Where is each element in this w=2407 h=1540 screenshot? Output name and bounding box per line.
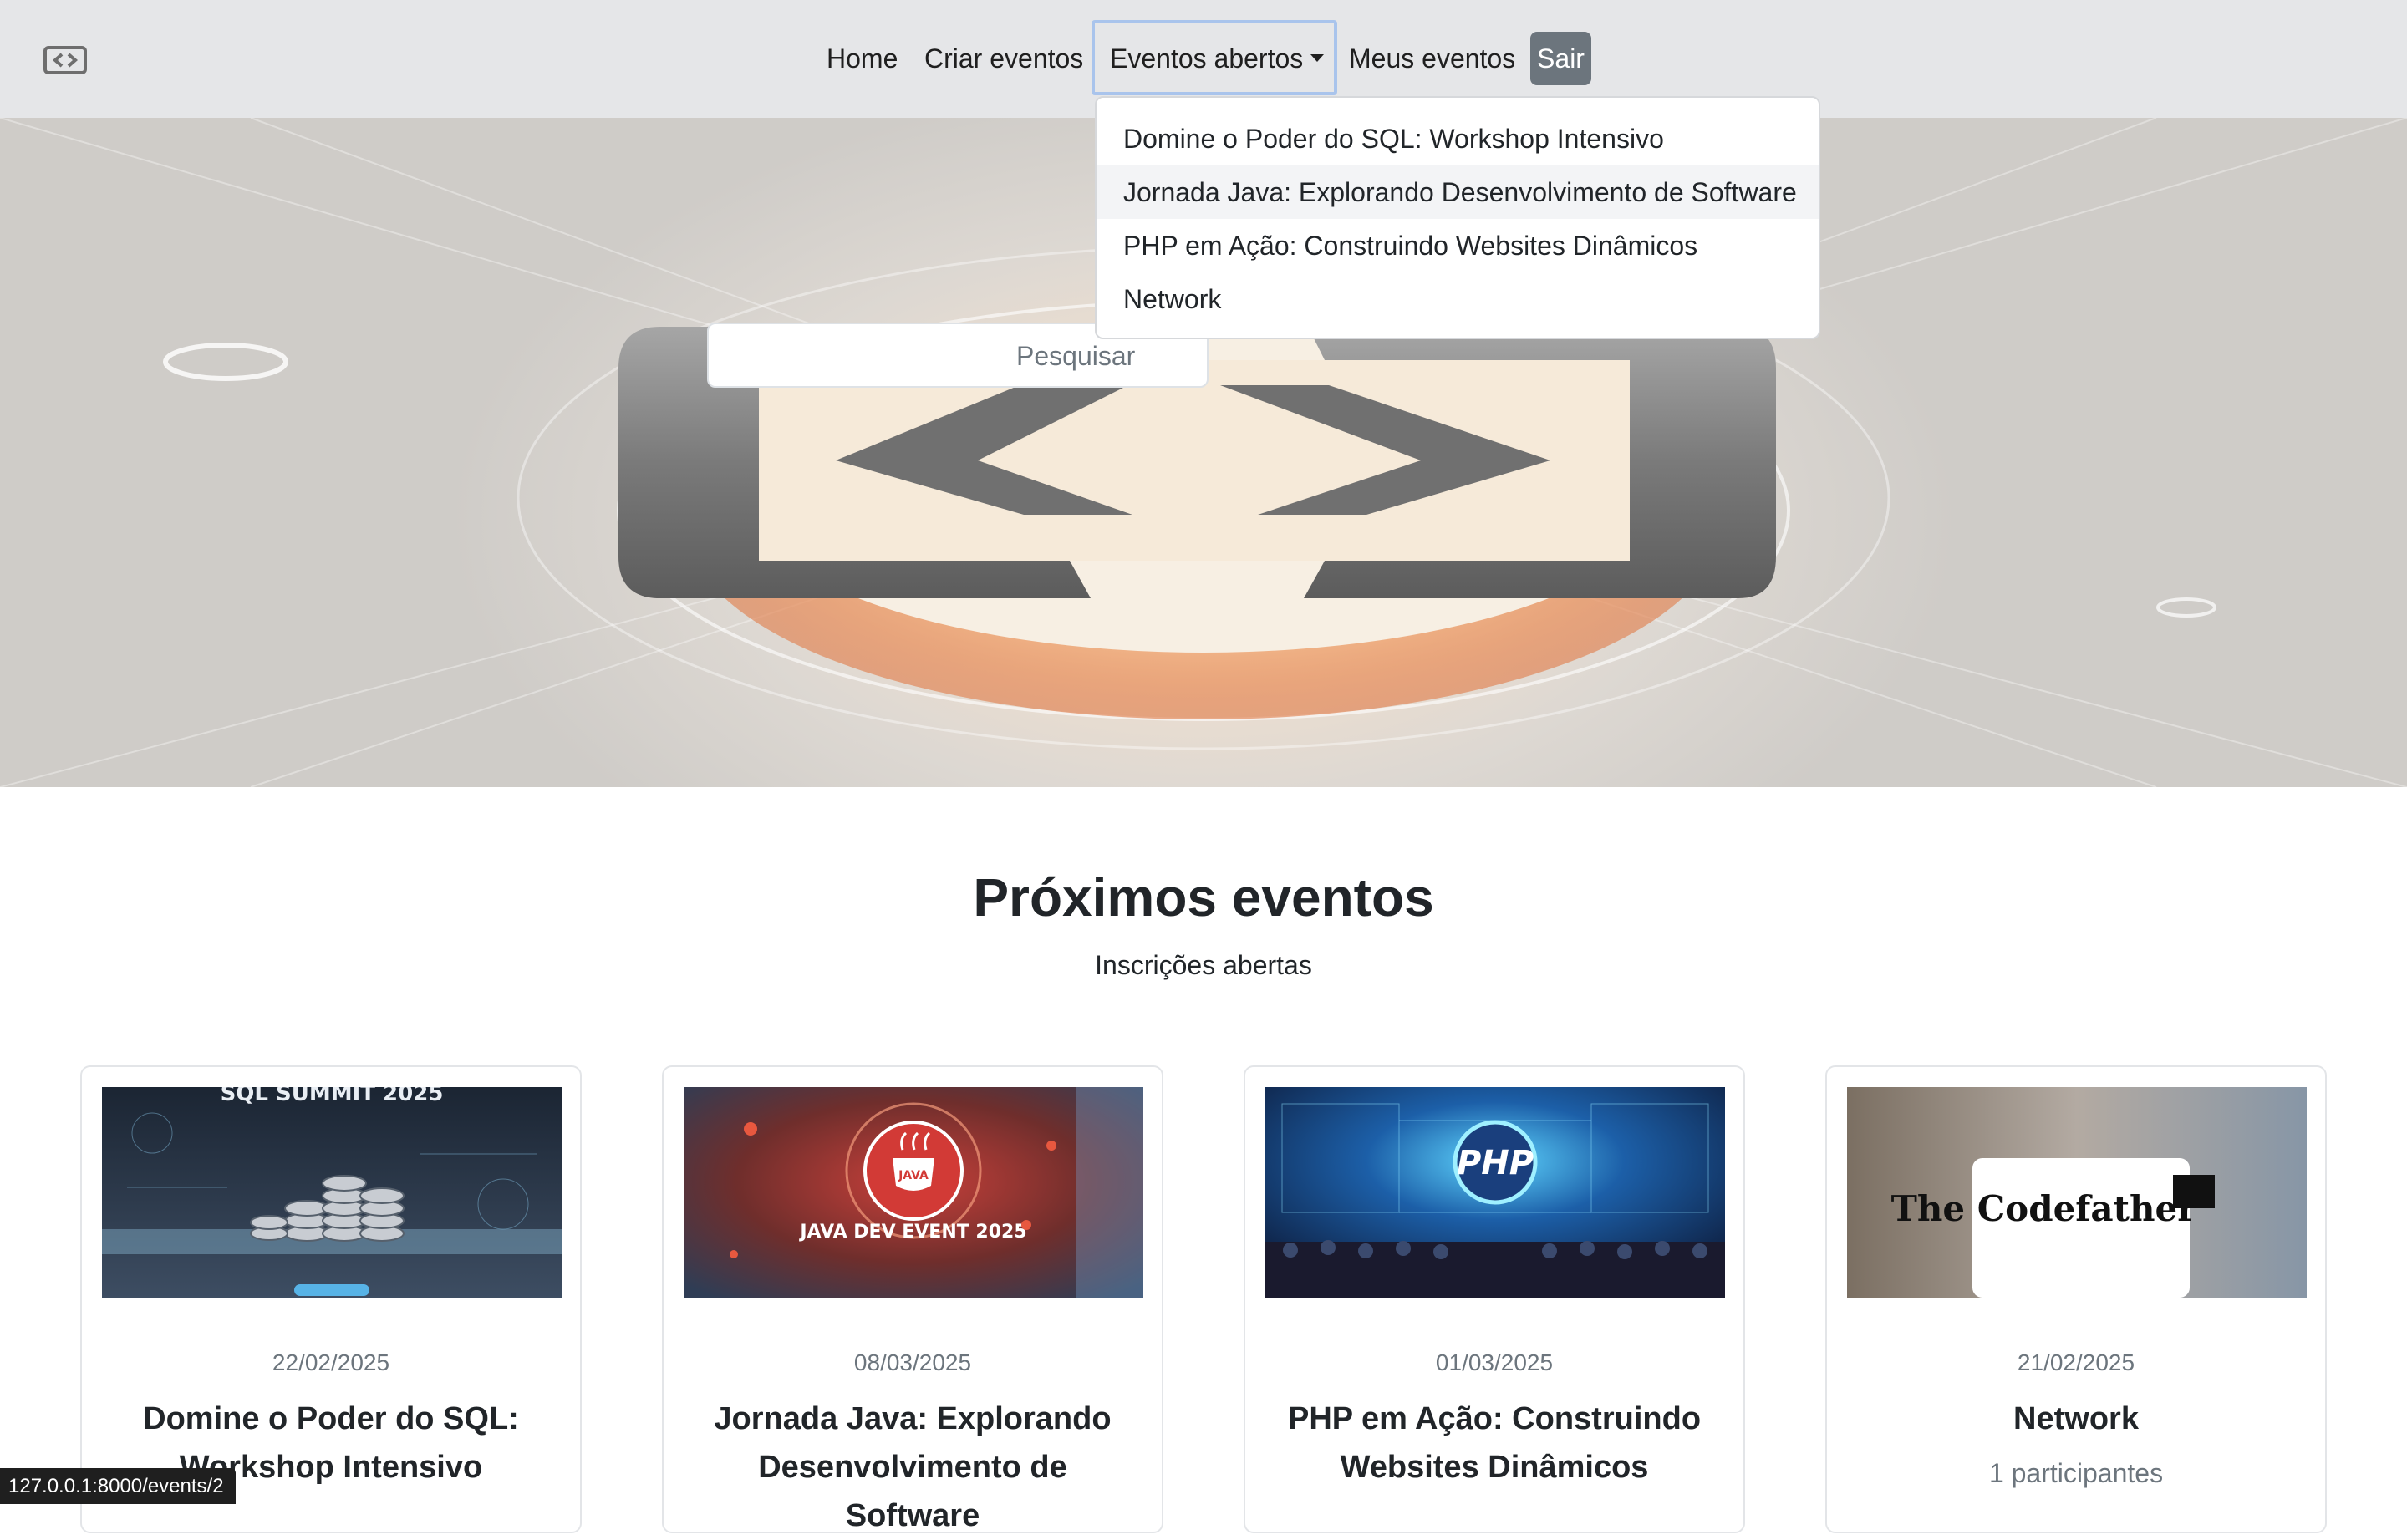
event-image-php: PHP [1265, 1087, 1725, 1298]
event-image-text: SQL SUMMIT 2025 [221, 1087, 444, 1106]
event-date: 08/03/2025 [853, 1349, 972, 1375]
event-image-java: JAVA JAVA DEV EVENT 2025 [684, 1087, 1143, 1298]
dropdown-item-php[interactable]: PHP em Ação: Construindo Websites Dinâmi… [1097, 219, 1819, 272]
dropdown-item-sql[interactable]: Domine o Poder do SQL: Workshop Intensiv… [1097, 112, 1819, 165]
event-date: 01/03/2025 [1435, 1349, 1554, 1375]
search-placeholder: Pesquisar [1016, 341, 1136, 371]
event-date: 21/02/2025 [2017, 1349, 2135, 1375]
code-brackets-icon[interactable] [43, 46, 87, 74]
dropdown-item-java[interactable]: Jornada Java: Explorando Desenvolvimento… [1097, 165, 1819, 219]
event-participants: 1 participantes [1988, 1458, 2164, 1488]
event-date: 22/02/2025 [272, 1349, 390, 1375]
event-image-text: The Codefather [1891, 1188, 2197, 1229]
event-title[interactable]: PHP em Ação: Construindo Websites Dinâmi… [1270, 1395, 1718, 1492]
event-image-text: PHP [1457, 1144, 1534, 1182]
section-subtitle: Inscrições abertas [1095, 950, 1312, 980]
event-image-sql: SQL SUMMIT 2025 [102, 1087, 562, 1298]
nav-my-events-link[interactable]: Meus eventos [1349, 40, 1515, 77]
logout-button[interactable]: Sair [1530, 32, 1591, 85]
event-image-network: The Codefather [1847, 1087, 2307, 1298]
link-status-bar: 127.0.0.1:8000/events/2 [0, 1468, 236, 1504]
caret-down-icon [1310, 54, 1324, 62]
event-card-php[interactable]: PHP 01/03/2025 PHP em Ação: Construindo … [1244, 1065, 1745, 1533]
event-card-network[interactable]: The Codefather 21/02/2025 Network 1 part… [1825, 1065, 2327, 1533]
open-events-dropdown-menu: Domine o Poder do SQL: Workshop Intensiv… [1095, 96, 1820, 339]
event-image-text: JAVA DEV EVENT 2025 [798, 1222, 1026, 1243]
nav-open-events-dropdown[interactable]: Eventos abertos [1092, 20, 1337, 95]
event-title[interactable]: Jornada Java: Explorando Desenvolvimento… [689, 1395, 1137, 1540]
event-card-java[interactable]: JAVA JAVA DEV EVENT 2025 08/03/2025 Jorn… [662, 1065, 1163, 1533]
event-card-sql[interactable]: SQL SUMMIT 2025 22/02/2025 Domine o Pode… [80, 1065, 582, 1533]
section-title: Próximos eventos [973, 867, 1434, 928]
nav-home-link[interactable]: Home [827, 40, 898, 77]
event-title[interactable]: Network [1852, 1395, 2300, 1443]
svg-text:JAVA: JAVA [898, 1169, 929, 1182]
nav-create-events-link[interactable]: Criar eventos [924, 40, 1083, 77]
nav-open-events-label: Eventos abertos [1110, 43, 1304, 74]
dropdown-item-network[interactable]: Network [1097, 272, 1819, 326]
